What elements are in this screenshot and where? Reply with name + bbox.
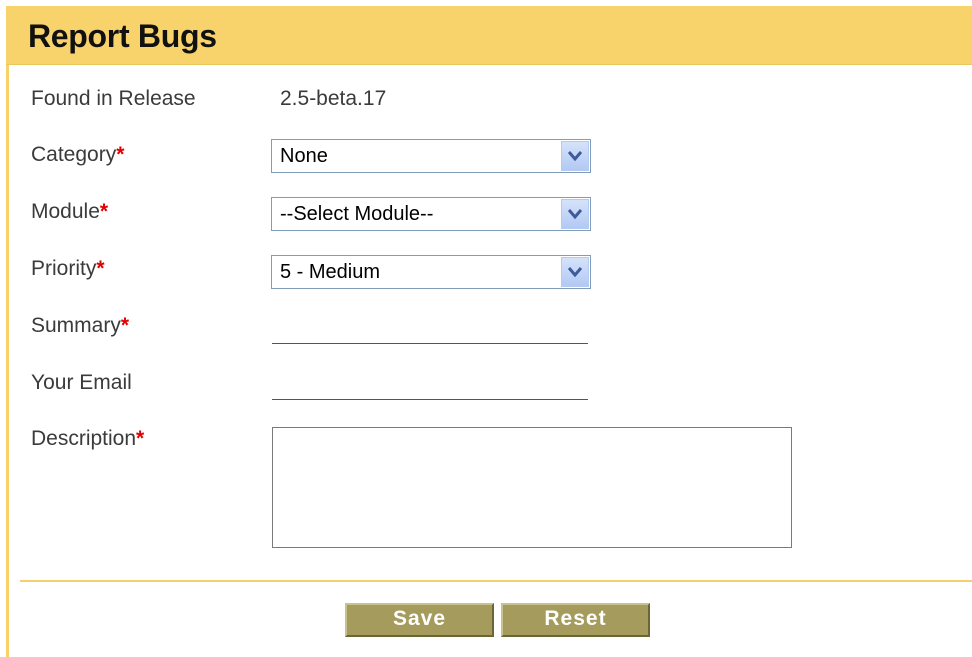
description-textarea[interactable]	[272, 427, 792, 548]
description-label: Description*	[31, 427, 144, 451]
category-select[interactable]: None	[271, 139, 591, 173]
form-divider	[20, 580, 972, 582]
save-button[interactable]: Save	[345, 603, 494, 637]
category-label: Category*	[31, 143, 124, 167]
chevron-down-icon[interactable]	[561, 257, 589, 287]
panel-header: Report Bugs	[6, 6, 972, 65]
description-label-text: Description	[31, 427, 137, 450]
release-label: Found in Release	[31, 87, 196, 110]
summary-label: Summary*	[31, 314, 129, 338]
summary-input[interactable]	[272, 314, 588, 344]
required-mark: *	[136, 427, 145, 450]
module-select[interactable]: --Select Module--	[271, 197, 591, 231]
email-label: Your Email	[31, 371, 132, 394]
release-value: 2.5-beta.17	[280, 87, 387, 110]
priority-select[interactable]: 5 - Medium	[271, 255, 591, 289]
report-bugs-panel: Report Bugs Found in Release 2.5-beta.17…	[6, 6, 972, 657]
priority-label: Priority*	[31, 257, 105, 281]
reset-button[interactable]: Reset	[501, 603, 650, 637]
category-label-text: Category	[31, 143, 117, 166]
required-mark: *	[99, 200, 109, 223]
priority-selected-value: 5 - Medium	[280, 261, 381, 283]
chevron-down-icon[interactable]	[561, 141, 589, 171]
category-selected-value: None	[280, 145, 328, 167]
required-mark: *	[120, 314, 130, 337]
required-mark: *	[96, 257, 105, 280]
priority-label-text: Priority	[31, 257, 97, 280]
required-mark: *	[116, 143, 125, 166]
chevron-down-icon[interactable]	[561, 199, 589, 229]
page-title: Report Bugs	[28, 18, 217, 54]
email-input[interactable]	[272, 370, 588, 400]
summary-label-text: Summary	[31, 314, 121, 337]
module-label-text: Module	[31, 200, 100, 223]
module-selected-value: --Select Module--	[280, 203, 434, 225]
module-label: Module*	[31, 200, 108, 224]
